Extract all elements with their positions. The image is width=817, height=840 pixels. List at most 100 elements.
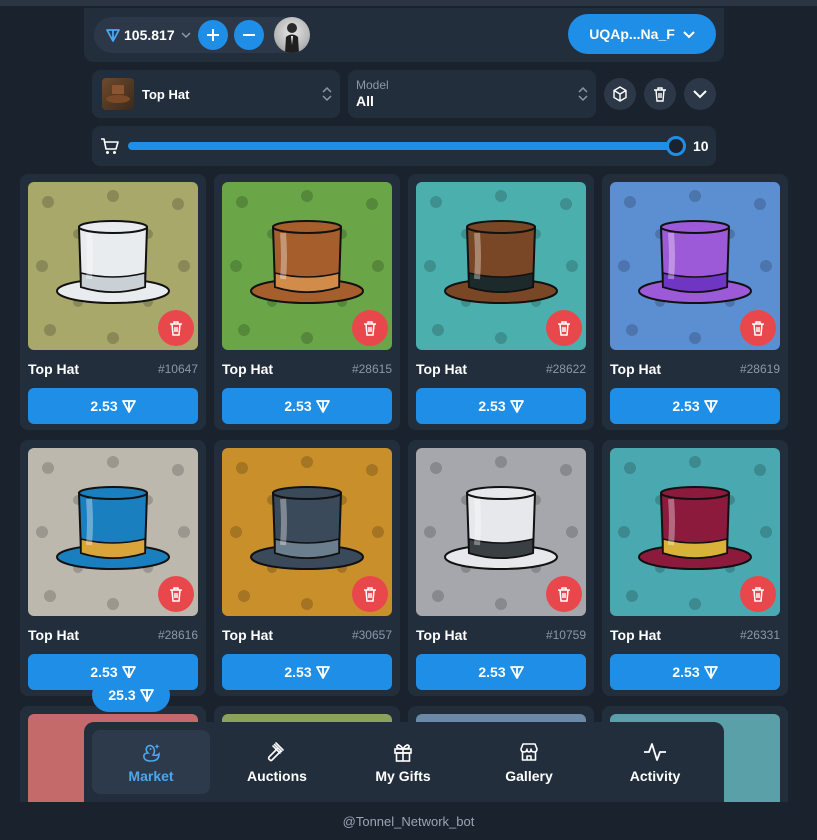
nav-auctions[interactable]: Auctions bbox=[218, 730, 336, 794]
gift-number: #28619 bbox=[739, 362, 780, 376]
gift-icon bbox=[391, 740, 415, 764]
gift-image[interactable] bbox=[222, 448, 392, 616]
clear-filters-button[interactable] bbox=[644, 78, 676, 110]
box-button[interactable] bbox=[604, 78, 636, 110]
top-hat-image bbox=[250, 486, 364, 570]
cart-icon bbox=[101, 138, 119, 154]
ton-icon bbox=[106, 28, 120, 42]
header: 105.817 UQAp...Na_F bbox=[84, 8, 724, 62]
gavel-icon bbox=[265, 740, 289, 764]
sort-arrows-icon bbox=[578, 86, 588, 102]
nav-market-label: Market bbox=[128, 768, 174, 784]
gift-image[interactable] bbox=[610, 448, 780, 616]
remove-from-cart-button[interactable] bbox=[352, 576, 388, 612]
quantity-slider-panel: 10 bbox=[92, 126, 716, 166]
gift-card[interactable]: Top Hat #26331 2.53 bbox=[602, 440, 788, 696]
quantity-slider-handle[interactable] bbox=[666, 136, 686, 156]
nav-market[interactable]: Market bbox=[92, 730, 210, 794]
ton-icon bbox=[121, 666, 136, 679]
total-price-value: 25.3 bbox=[108, 687, 136, 703]
gift-image[interactable] bbox=[28, 182, 198, 350]
buy-button[interactable]: 2.53 bbox=[28, 388, 198, 424]
top-hat-image bbox=[638, 220, 752, 304]
model-label: Model bbox=[356, 78, 389, 92]
wallet-button[interactable]: UQAp...Na_F bbox=[568, 14, 716, 54]
buy-button[interactable]: 2.53 bbox=[222, 388, 392, 424]
trash-icon bbox=[364, 587, 376, 602]
ton-icon bbox=[121, 400, 136, 413]
gift-number: #28622 bbox=[545, 362, 586, 376]
buy-button[interactable]: 2.53 bbox=[416, 388, 586, 424]
gift-number: #10759 bbox=[545, 628, 586, 642]
duck-icon bbox=[139, 740, 163, 764]
gift-image[interactable] bbox=[416, 448, 586, 616]
gift-image[interactable] bbox=[416, 182, 586, 350]
expand-filters-button[interactable] bbox=[684, 78, 716, 110]
model-select[interactable]: Model All bbox=[348, 70, 596, 118]
trash-icon bbox=[170, 587, 182, 602]
remove-from-cart-button[interactable] bbox=[352, 310, 388, 346]
chevron-down-icon bbox=[693, 90, 707, 99]
buy-button[interactable]: 2.53 bbox=[610, 654, 780, 690]
gift-number: #28616 bbox=[157, 628, 198, 642]
chevron-down-icon bbox=[181, 30, 191, 40]
ton-icon bbox=[139, 689, 154, 702]
chevron-down-icon bbox=[683, 31, 695, 39]
remove-from-cart-button[interactable] bbox=[158, 310, 194, 346]
ton-icon bbox=[703, 666, 718, 679]
gift-card[interactable]: Top Hat #28616 2.53 bbox=[20, 440, 206, 696]
gift-image[interactable] bbox=[28, 448, 198, 616]
gift-card[interactable]: Top Hat #28615 2.53 bbox=[214, 174, 400, 430]
remove-from-cart-button[interactable] bbox=[546, 576, 582, 612]
gift-card[interactable]: Top Hat #30657 2.53 bbox=[214, 440, 400, 696]
price-value: 2.53 bbox=[284, 664, 312, 680]
buy-button[interactable]: 2.53 bbox=[610, 388, 780, 424]
gift-image[interactable] bbox=[222, 182, 392, 350]
buy-button[interactable]: 2.53 bbox=[222, 654, 392, 690]
nav-auctions-label: Auctions bbox=[247, 768, 307, 784]
withdraw-button[interactable] bbox=[234, 20, 264, 50]
gift-name: Top Hat bbox=[416, 361, 468, 377]
nav-activity[interactable]: Activity bbox=[596, 730, 714, 794]
ton-icon bbox=[315, 400, 330, 413]
top-strip bbox=[0, 0, 817, 6]
store-icon bbox=[517, 740, 541, 764]
trash-icon bbox=[752, 587, 764, 602]
gift-card[interactable]: Top Hat #28619 2.53 bbox=[602, 174, 788, 430]
price-value: 2.53 bbox=[284, 398, 312, 414]
gift-card[interactable]: Top Hat #10759 2.53 bbox=[408, 440, 594, 696]
price-value: 2.53 bbox=[672, 398, 700, 414]
trash-icon bbox=[654, 87, 666, 102]
cube-icon bbox=[613, 86, 627, 102]
minus-icon bbox=[243, 34, 255, 36]
gift-name: Top Hat bbox=[610, 627, 662, 643]
gift-select[interactable]: Top Hat bbox=[92, 70, 340, 118]
quantity-value: 10 bbox=[693, 138, 709, 154]
gift-card[interactable]: Top Hat #10647 2.53 bbox=[20, 174, 206, 430]
gift-card[interactable]: Top Hat #28622 2.53 bbox=[408, 174, 594, 430]
top-hat-image bbox=[444, 220, 558, 304]
top-hat-image bbox=[56, 220, 170, 304]
gift-image[interactable] bbox=[610, 182, 780, 350]
remove-from-cart-button[interactable] bbox=[740, 576, 776, 612]
quantity-slider-track[interactable] bbox=[128, 142, 676, 150]
total-price-badge[interactable]: 25.3 bbox=[92, 678, 170, 712]
remove-from-cart-button[interactable] bbox=[158, 576, 194, 612]
trash-icon bbox=[558, 587, 570, 602]
sort-arrows-icon bbox=[322, 86, 332, 102]
buy-button[interactable]: 2.53 bbox=[416, 654, 586, 690]
gift-name: Top Hat bbox=[222, 361, 274, 377]
gift-name: Top Hat bbox=[28, 627, 80, 643]
nav-my-gifts[interactable]: My Gifts bbox=[344, 730, 462, 794]
remove-from-cart-button[interactable] bbox=[740, 310, 776, 346]
top-hat-image bbox=[56, 486, 170, 570]
nav-gallery[interactable]: Gallery bbox=[470, 730, 588, 794]
top-hat-image bbox=[250, 220, 364, 304]
deposit-button[interactable] bbox=[198, 20, 228, 50]
pulse-icon bbox=[643, 740, 667, 764]
remove-from-cart-button[interactable] bbox=[546, 310, 582, 346]
gift-number: #10647 bbox=[157, 362, 198, 376]
trash-icon bbox=[752, 321, 764, 336]
avatar[interactable] bbox=[274, 17, 310, 53]
gift-number: #26331 bbox=[739, 628, 780, 642]
